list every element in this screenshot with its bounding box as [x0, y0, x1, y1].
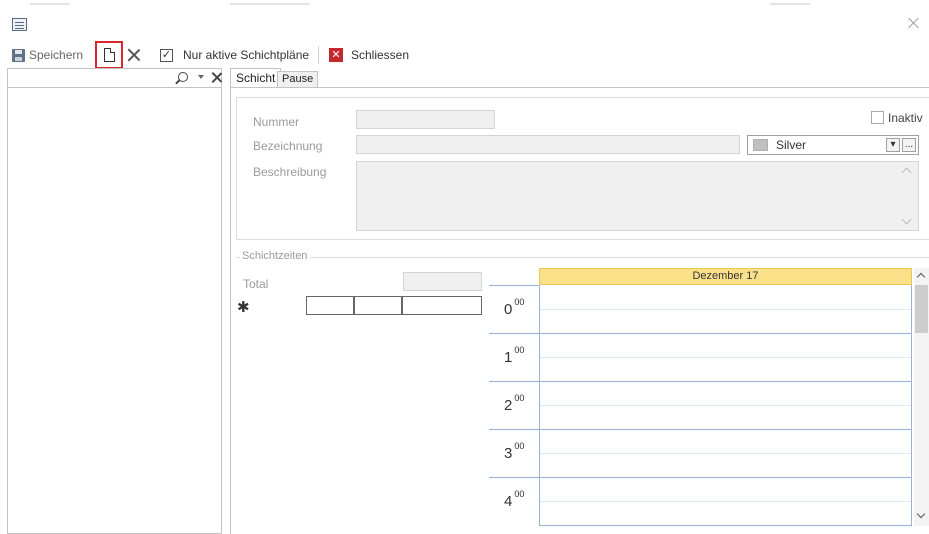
- active-only-toggle[interactable]: ✓ Nur aktive Schichtpläne: [160, 44, 309, 66]
- clear-search-icon[interactable]: [211, 72, 222, 83]
- shift-plan-list[interactable]: [7, 88, 222, 534]
- dropdown-arrow-icon[interactable]: [198, 75, 204, 79]
- total-field: [403, 272, 482, 291]
- time-entry-cell-end[interactable]: [354, 296, 402, 315]
- scroll-up-icon[interactable]: [916, 272, 926, 282]
- nummer-field[interactable]: [356, 110, 495, 129]
- time-entry-cell-start[interactable]: [306, 296, 354, 315]
- toolbar: Speichern ✓ Nur aktive Schichtpläne ✕ Sc…: [0, 40, 929, 68]
- window-top-edge: [0, 0, 929, 10]
- total-label: Total: [243, 277, 269, 291]
- delete-x-icon: [127, 48, 141, 62]
- delete-button[interactable]: [127, 44, 141, 66]
- close-button[interactable]: ✕ Schliessen: [329, 44, 409, 66]
- checkbox-checked-icon: ✓: [160, 48, 173, 62]
- hour-label-2: 2 00: [504, 393, 525, 414]
- color-select[interactable]: Silver ▾ ...: [747, 135, 919, 155]
- close-button-label: Schliessen: [351, 48, 410, 62]
- tab-pause[interactable]: Pause: [277, 71, 319, 88]
- hour-label-0: 0 00: [504, 297, 525, 318]
- bezeichnung-field[interactable]: [356, 135, 740, 154]
- window-close-icon[interactable]: [907, 16, 921, 30]
- color-swatch: [753, 139, 768, 151]
- toolbar-separator: [318, 46, 319, 64]
- schedule-date-header: Dezember 17: [539, 268, 912, 285]
- new-row-indicator-icon: ✱: [237, 299, 250, 316]
- scroll-thumb[interactable]: [915, 285, 928, 333]
- save-button[interactable]: Speichern: [12, 44, 83, 66]
- hour-label-3: 3 00: [504, 441, 525, 462]
- red-close-icon: ✕: [329, 48, 343, 62]
- new-button-highlight: [95, 41, 123, 69]
- search-box[interactable]: [7, 68, 222, 88]
- schichtzeiten-divider: [236, 257, 929, 258]
- floppy-disk-icon: [12, 48, 25, 62]
- beschreibung-field[interactable]: [356, 161, 919, 231]
- search-icon[interactable]: [178, 72, 188, 82]
- inaktiv-checkbox[interactable]: [871, 111, 884, 124]
- shift-plan-window: Speichern ✓ Nur aktive Schichtpläne ✕ Sc…: [0, 0, 929, 534]
- nummer-label: Nummer: [253, 115, 300, 129]
- tab-schicht[interactable]: Schicht: [230, 68, 282, 88]
- bezeichnung-label: Bezeichnung: [253, 139, 323, 153]
- schedule-grid[interactable]: [539, 285, 912, 526]
- hour-label-4: 4 00: [504, 489, 525, 510]
- color-select-value: Silver: [776, 138, 807, 152]
- beschreibung-label: Beschreibung: [253, 165, 327, 179]
- color-dropdown-button[interactable]: ▾: [886, 138, 900, 152]
- color-more-button[interactable]: ...: [902, 138, 916, 152]
- title-bar: [0, 10, 929, 40]
- schedule-scrollbar[interactable]: [914, 268, 929, 526]
- hour-label-1: 1 00: [504, 345, 525, 366]
- time-entry-cell-duration[interactable]: [402, 296, 482, 315]
- schichtzeiten-label: Schichtzeiten: [240, 250, 311, 262]
- active-only-label: Nur aktive Schichtpläne: [183, 48, 310, 62]
- scroll-down-icon[interactable]: [916, 509, 926, 519]
- app-window-icon: [12, 18, 27, 31]
- inaktiv-label: Inaktiv: [888, 111, 923, 125]
- save-button-label: Speichern: [29, 48, 84, 62]
